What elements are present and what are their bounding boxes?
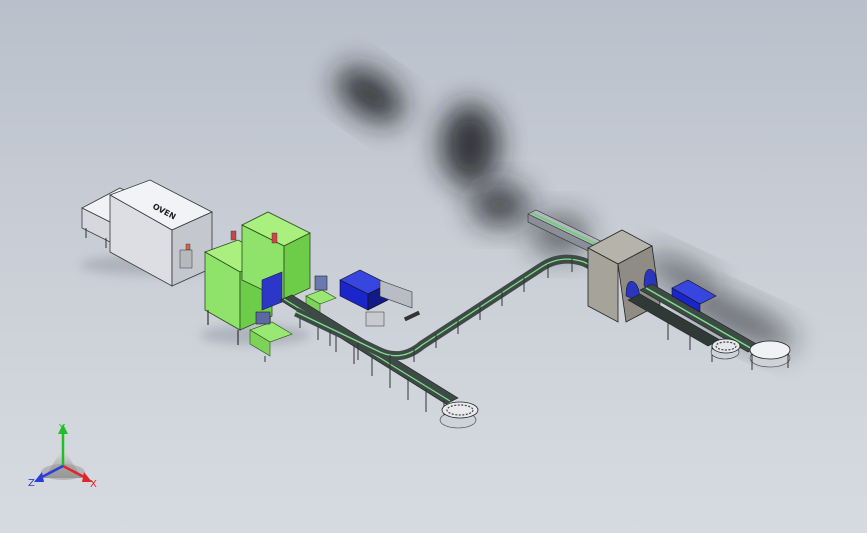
turntable-right-large[interactable]	[749, 340, 791, 370]
turntable-left[interactable]	[439, 401, 479, 429]
y-axis-label: Y	[58, 423, 66, 434]
coordinate-triad: Y X Z	[28, 423, 97, 490]
production-line-model[interactable]: OVEN Y X Z	[0, 0, 867, 533]
blue-filler-machine[interactable]	[339, 269, 421, 327]
cad-viewport[interactable]: OVEN Y X Z	[0, 0, 867, 533]
render-smoke-shadow	[336, 66, 795, 351]
x-axis-label: X	[90, 479, 97, 490]
turntable-right-small[interactable]	[710, 338, 741, 360]
z-axis-label: Z	[28, 478, 35, 489]
s-curve-conveyor[interactable]	[294, 254, 603, 370]
